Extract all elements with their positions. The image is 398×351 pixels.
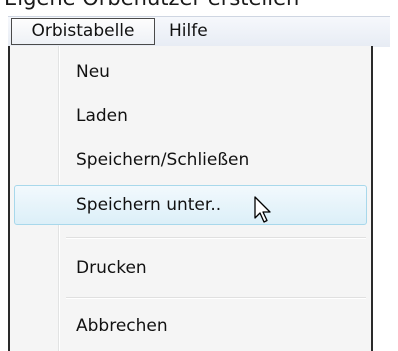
menu-separator xyxy=(66,297,366,299)
page-title-partial: Eigene Orbenutzer erstellen xyxy=(4,0,299,10)
arrow-pointer-icon xyxy=(254,196,271,223)
screenshot-stage: Eigene Orbenutzer erstellen Orbistabelle… xyxy=(0,0,398,351)
menu-item-speichern-unter[interactable]: Speichern unter.. xyxy=(14,185,367,225)
menu-item-laden[interactable]: Laden xyxy=(14,96,367,136)
menu-separator xyxy=(66,237,366,239)
menu-item-neu[interactable]: Neu xyxy=(14,52,367,92)
menu-item-speichern-schliessen[interactable]: Speichern/Schließen xyxy=(14,140,367,180)
menu-orbistabelle[interactable]: Orbistabelle xyxy=(11,18,155,45)
orbistabelle-dropdown-menu: Neu Laden Speichern/Schließen Speichern … xyxy=(8,46,373,351)
menu-hilfe[interactable]: Hilfe xyxy=(165,18,208,45)
menu-item-drucken[interactable]: Drucken xyxy=(14,248,367,288)
menu-bar: Orbistabelle Hilfe xyxy=(8,16,390,47)
menu-item-abbrechen[interactable]: Abbrechen xyxy=(14,306,367,346)
